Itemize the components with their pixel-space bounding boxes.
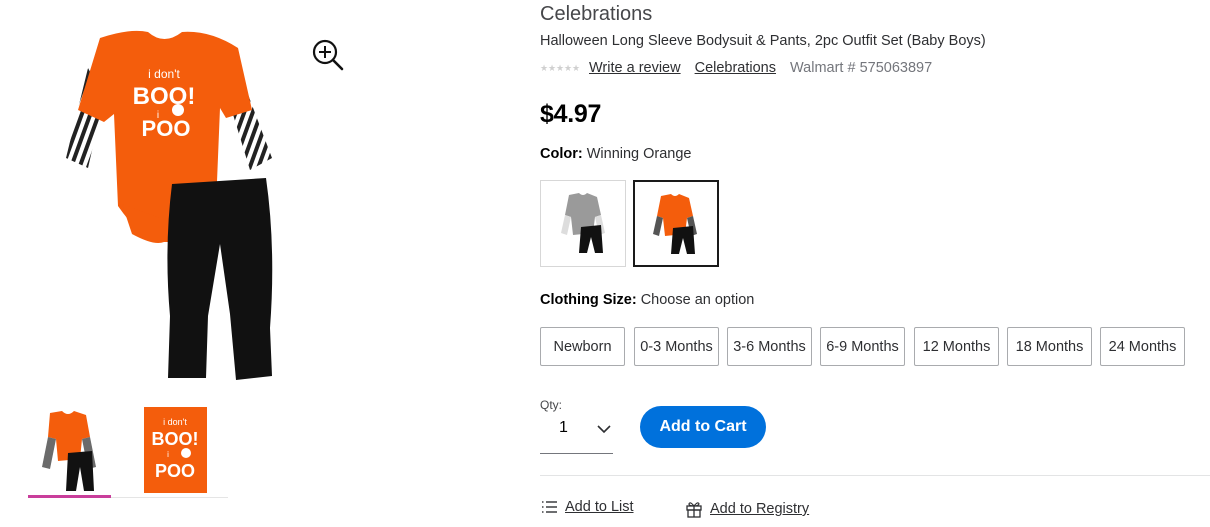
- size-option-18-months[interactable]: 18 Months: [1007, 327, 1092, 366]
- add-to-list-label: Add to List: [565, 499, 634, 515]
- color-swatch-winning-orange[interactable]: [633, 180, 719, 267]
- star-icon: ★: [556, 62, 565, 73]
- size-option-3-6-months[interactable]: 3-6 Months: [727, 327, 812, 366]
- add-to-cart-button[interactable]: Add to Cart: [640, 406, 766, 448]
- qty-select[interactable]: 1: [540, 413, 613, 454]
- star-icon: ★: [548, 62, 557, 73]
- svg-text:POO: POO: [142, 116, 191, 141]
- svg-text:i don't: i don't: [148, 67, 180, 81]
- thumbnail-active-indicator: [28, 495, 111, 498]
- color-swatch-gray[interactable]: [540, 180, 626, 267]
- color-value: Winning Orange: [586, 146, 692, 162]
- svg-text:POO: POO: [155, 461, 195, 481]
- thumbnail-outfit[interactable]: [28, 407, 111, 493]
- zoom-in-icon[interactable]: [311, 38, 345, 72]
- size-label: Clothing Size:: [540, 292, 637, 308]
- add-to-registry-link[interactable]: Add to Registry: [685, 500, 809, 518]
- star-icon: ★: [540, 62, 549, 73]
- color-label: Color:: [540, 146, 583, 162]
- qty-value: 1: [559, 419, 568, 436]
- size-option-24-months[interactable]: 24 Months: [1100, 327, 1185, 366]
- svg-text:BOO!: BOO!: [133, 83, 196, 110]
- size-label-row: Clothing Size: Choose an option: [540, 292, 754, 308]
- size-value: Choose an option: [640, 292, 755, 308]
- gift-icon: [685, 500, 703, 518]
- product-meta-row: ★ ★ ★ ★ ★ Write a review Celebrations Wa…: [540, 58, 932, 78]
- star-icon: ★: [564, 62, 573, 73]
- main-product-image[interactable]: i don't BOO! i POO: [60, 28, 290, 388]
- list-icon: [540, 498, 558, 516]
- brand-title: Celebrations: [540, 3, 653, 25]
- chevron-down-icon: [596, 421, 612, 437]
- outfit-illustration: i don't BOO! i POO: [66, 30, 273, 380]
- product-name: Halloween Long Sleeve Bodysuit & Pants, …: [540, 33, 986, 49]
- svg-text:i don't: i don't: [163, 417, 187, 427]
- size-option-newborn[interactable]: Newborn: [540, 327, 625, 366]
- svg-text:i: i: [167, 450, 169, 459]
- size-option-6-9-months[interactable]: 6-9 Months: [820, 327, 905, 366]
- rating-stars: ★ ★ ★ ★ ★: [540, 62, 581, 73]
- add-to-registry-label: Add to Registry: [710, 501, 810, 517]
- size-option-12-months[interactable]: 12 Months: [914, 327, 999, 366]
- svg-text:BOO!: BOO!: [152, 429, 199, 449]
- section-divider: [540, 475, 1210, 476]
- size-option-0-3-months[interactable]: 0-3 Months: [634, 327, 719, 366]
- color-label-row: Color: Winning Orange: [540, 146, 692, 162]
- qty-label: Qty:: [540, 398, 563, 412]
- add-to-list-link[interactable]: Add to List: [540, 498, 634, 516]
- walmart-number: Walmart # 575063897: [790, 60, 933, 76]
- thumbnail-print-closeup[interactable]: i don't BOO! i POO: [144, 407, 207, 493]
- write-review-link[interactable]: Write a review: [589, 60, 681, 76]
- brand-link[interactable]: Celebrations: [695, 60, 776, 76]
- price: $4.97: [540, 100, 602, 128]
- star-icon: ★: [572, 62, 581, 73]
